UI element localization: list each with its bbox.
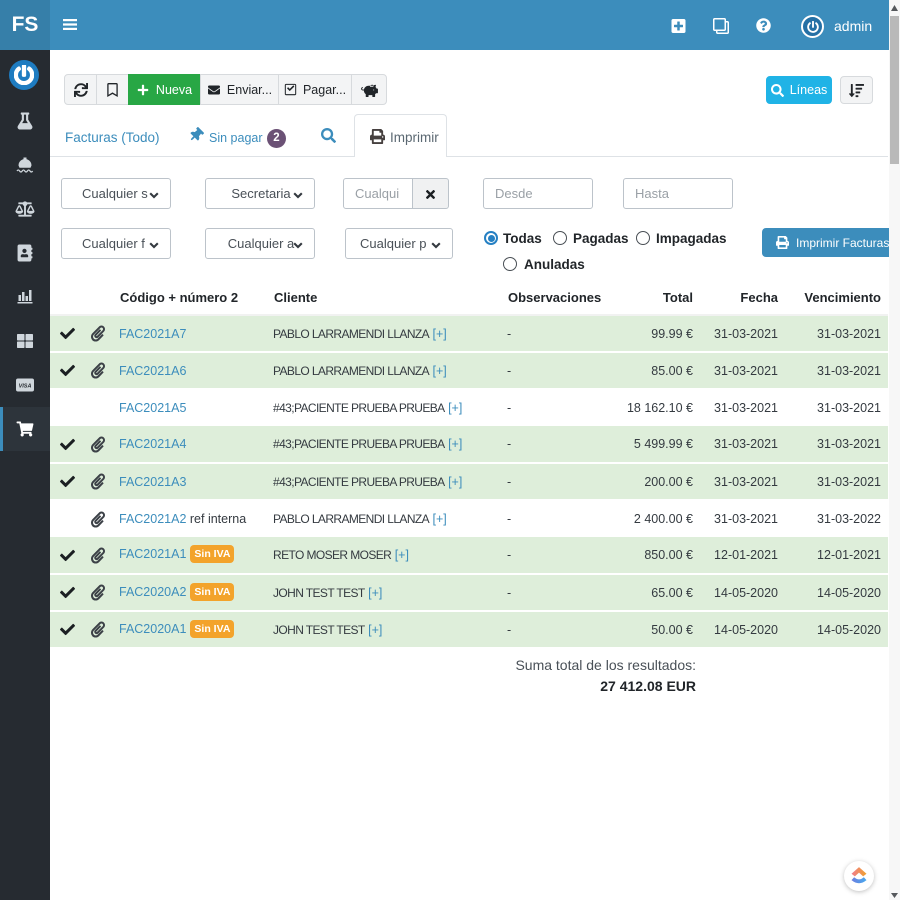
svg-text:VISA: VISA [19,384,32,390]
